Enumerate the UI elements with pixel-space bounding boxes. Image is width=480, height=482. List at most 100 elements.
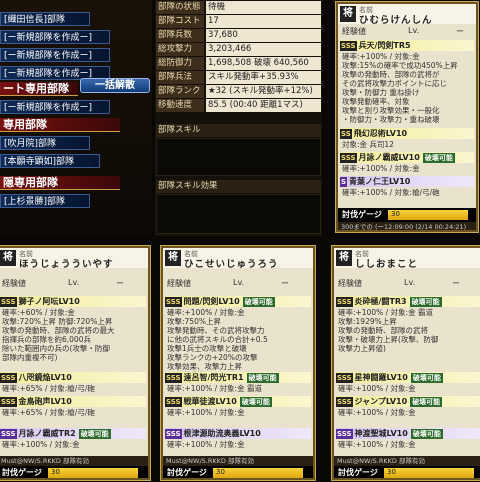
unit-stats-panel: 部隊の状態 待機 部隊コスト 17 部隊兵数 37,680 総攻撃力 3,203,466… <box>155 0 322 236</box>
nav-section-route: ート専用部隊 <box>0 82 78 96</box>
general-name: ひこせいじゅうろう <box>184 259 279 270</box>
skill-grade: SSS <box>336 297 353 307</box>
breakable-tag: 破壊可能 <box>409 297 442 307</box>
skill-title[interactable]: SS 飛幻忍術LV10 <box>340 128 474 139</box>
stat-row: 部隊ランク ★32 (スキル発動率+12%) <box>155 85 322 99</box>
skill-title[interactable]: SSS 月詠ノ霸威TR2 破壊可能 <box>0 428 146 439</box>
gauge-value: 30 <box>216 468 225 476</box>
stat-label: 総攻撃力 <box>156 43 204 56</box>
skill-title[interactable]: SSS 星神闘羅LV10 破壊可能 <box>336 372 480 383</box>
skill-name: 遠呂智/閃光TR1 <box>183 373 244 382</box>
gauge-bar: 討伐ゲージ 30 <box>334 466 480 478</box>
stat-value: ★32 (スキル発動率+12%) <box>206 85 321 98</box>
general-card-2[interactable]: 将 名前 ひこせいじゅうろう 経験値 Lv. ー SSS 問題/閃剣LV10 破壊可能 … <box>160 245 316 481</box>
stat-label: 部隊兵法 <box>156 71 204 84</box>
stat-row: 総攻撃力 3,203,466 <box>155 43 322 57</box>
nav-item-sub-1[interactable]: [吹月院]部隊 <box>0 136 90 150</box>
gauge-fill <box>213 468 303 478</box>
skill-title[interactable]: SSS 根津源助流奥義LV10 <box>165 428 311 439</box>
skill-name: 兵天/閃剣TR5 <box>358 41 411 50</box>
nav-item-oda[interactable]: [織田信長]部隊 <box>0 12 90 26</box>
card-footer: Must@NW/S.RKKD 部隊有効 <box>334 456 480 466</box>
stat-label: 部隊コスト <box>156 15 204 28</box>
breakable-tag: 破壊可能 <box>239 397 272 407</box>
lv-label: Lv. <box>404 278 416 287</box>
lv-value: ー <box>281 279 289 288</box>
gauge-value: 30 <box>51 468 60 476</box>
nav-item-new-4[interactable]: [ー新規部隊を作成ー] <box>0 100 110 114</box>
skill-title[interactable]: SSS 問題/閃剣LV10 破壊可能 <box>165 296 311 307</box>
gauge-label: 討伐ゲージ <box>338 468 378 477</box>
skill-name: 金鳥砲声LV10 <box>18 397 72 406</box>
card-header: 将 名前 ひこせいじゅうろう <box>163 248 313 270</box>
skill-title[interactable]: SSS 月詠ノ霸威LV10 破壊可能 <box>340 152 474 163</box>
gauge-label: 討伐ゲージ <box>2 468 42 477</box>
general-portrait-icon: 将 <box>165 250 181 266</box>
general-name: ひむらけんしん <box>359 15 433 26</box>
skill-text: 確率:+100% / 対象:金 <box>167 440 245 449</box>
lv-value: ー <box>456 27 464 36</box>
skill-title[interactable]: SSS 兵天/閃剣TR5 <box>340 40 474 51</box>
gauge-value: 30 <box>387 468 396 476</box>
skill-name: 飛幻忍術LV10 <box>353 129 408 138</box>
skill-name: 八咫鏡焔LV10 <box>18 373 72 382</box>
nav-item-new-2[interactable]: [ー新規部隊を作成ー] <box>0 48 110 62</box>
breakable-tag: 破壊可能 <box>422 153 455 163</box>
card-header: 将 名前 ほうじょうういやす <box>0 248 148 270</box>
stat-row: 部隊コスト 17 <box>155 15 322 29</box>
skill-grade: SSS <box>165 397 182 407</box>
nav-item-sub-2[interactable]: [本願寺顕如]部隊 <box>0 154 100 168</box>
skill-title[interactable]: SSS 八咫鏡焔LV10 <box>0 372 146 383</box>
card-footer: Must@NW/S.RKKD 部隊有効 <box>0 456 148 466</box>
skill-text: 確率:+100% / 対象:金 攻撃:750%上昇 攻撃発動時、その武将攻撃力 … <box>167 308 268 372</box>
bulk-disband-button[interactable]: 一括解散 <box>80 78 150 93</box>
skill-name: 月詠ノ霸威TR2 <box>18 429 76 438</box>
skill-name: ジャンプLV10 <box>354 397 408 406</box>
skill-grade: SSS <box>336 429 353 439</box>
general-portrait-icon: 将 <box>0 250 16 266</box>
stat-row: 部隊兵数 37,680 <box>155 29 322 43</box>
skill-title[interactable]: SSS 獅子ノ阿呍LV10 <box>0 296 146 307</box>
stat-value: 3,203,466 <box>206 43 321 56</box>
card-footer: Must@NW/S.RKKD 部隊有効 <box>163 456 313 466</box>
skill-text: 確率:+100% / 対象:金 <box>167 408 245 417</box>
gauge-bar: 討伐ゲージ 30 <box>338 208 476 222</box>
skill-title[interactable]: SSS 戦華徒渡LV10 破壊可能 <box>165 396 311 407</box>
skill-grade: SSS <box>0 397 17 407</box>
lv-value: ー <box>116 279 124 288</box>
skill-name: 問題/閃剣LV10 <box>183 297 240 306</box>
nav-item-sub-3[interactable]: [上杉景勝]部隊 <box>0 194 90 208</box>
skill-name: 根津源助流奥義LV10 <box>183 429 261 438</box>
general-card-top-right[interactable]: 将 名前 ひむらけんしん 経験値 Lv. ー SSS 兵天/閃剣TR5 確率:+100… <box>335 1 479 233</box>
gauge-fill <box>384 468 474 478</box>
skill-name: 青葉ノ仁王LV10 <box>349 177 411 186</box>
breakable-tag: 破壊可能 <box>410 373 443 383</box>
skill-title[interactable]: SSS 遠呂智/閃光TR1 破壊可能 <box>165 372 311 383</box>
general-portrait-icon: 将 <box>336 250 352 266</box>
skill-grade: SS <box>340 129 352 139</box>
general-card-1[interactable]: 将 名前 ほうじょうういやす 経験値 Lv. ー SSS 獅子ノ阿呍LV10 確率:+… <box>0 245 151 481</box>
lv-label: Lv. <box>233 278 245 287</box>
card-header: 将 名前 ひむらけんしん <box>338 4 476 26</box>
breakable-tag: 破壊可能 <box>410 397 443 407</box>
level-row: 経験値 Lv. ー <box>0 278 148 289</box>
nav-section-hidden: 隠専用部隊 <box>0 176 120 190</box>
nav-item-new-1[interactable]: [ー新規部隊を作成ー] <box>0 30 110 44</box>
skill-title[interactable]: S 青葉ノ仁王LV10 <box>340 176 474 187</box>
stat-value: 1,698,508 破壊 640,560 <box>206 57 321 70</box>
skill-grade: SSS <box>340 41 357 51</box>
stat-row: 部隊の状態 待機 <box>155 1 322 15</box>
skill-title[interactable]: SSS 炎砕極/闘TR3 破壊可能 <box>336 296 480 307</box>
card-footer: 300までの (ー12:09:00 (2/14 00:24:21) <box>338 222 476 230</box>
nav-section-dedicated: 専用部隊 <box>0 118 120 132</box>
stat-value: 37,680 <box>206 29 321 42</box>
skill-title[interactable]: SSS ジャンプLV10 破壊可能 <box>336 396 480 407</box>
general-card-3[interactable]: 将 名前 ししおまこと 経験値 Lv. ー SSS 炎砕極/闘TR3 破壊可能 確率:+… <box>331 245 480 481</box>
stat-row: 部隊兵法 スキル発動率+35.93% <box>155 71 322 85</box>
unit-skill-effect-header: 部隊スキル効果 <box>156 180 321 193</box>
skill-title[interactable]: SSS 金鳥砲声LV10 <box>0 396 146 407</box>
breakable-tag: 破壊可能 <box>410 429 443 439</box>
unit-skill-effect-box <box>156 194 321 234</box>
gauge-label: 討伐ゲージ <box>342 210 382 219</box>
skill-title[interactable]: SSS 神渡聖城LV10 破壊可能 <box>336 428 480 439</box>
